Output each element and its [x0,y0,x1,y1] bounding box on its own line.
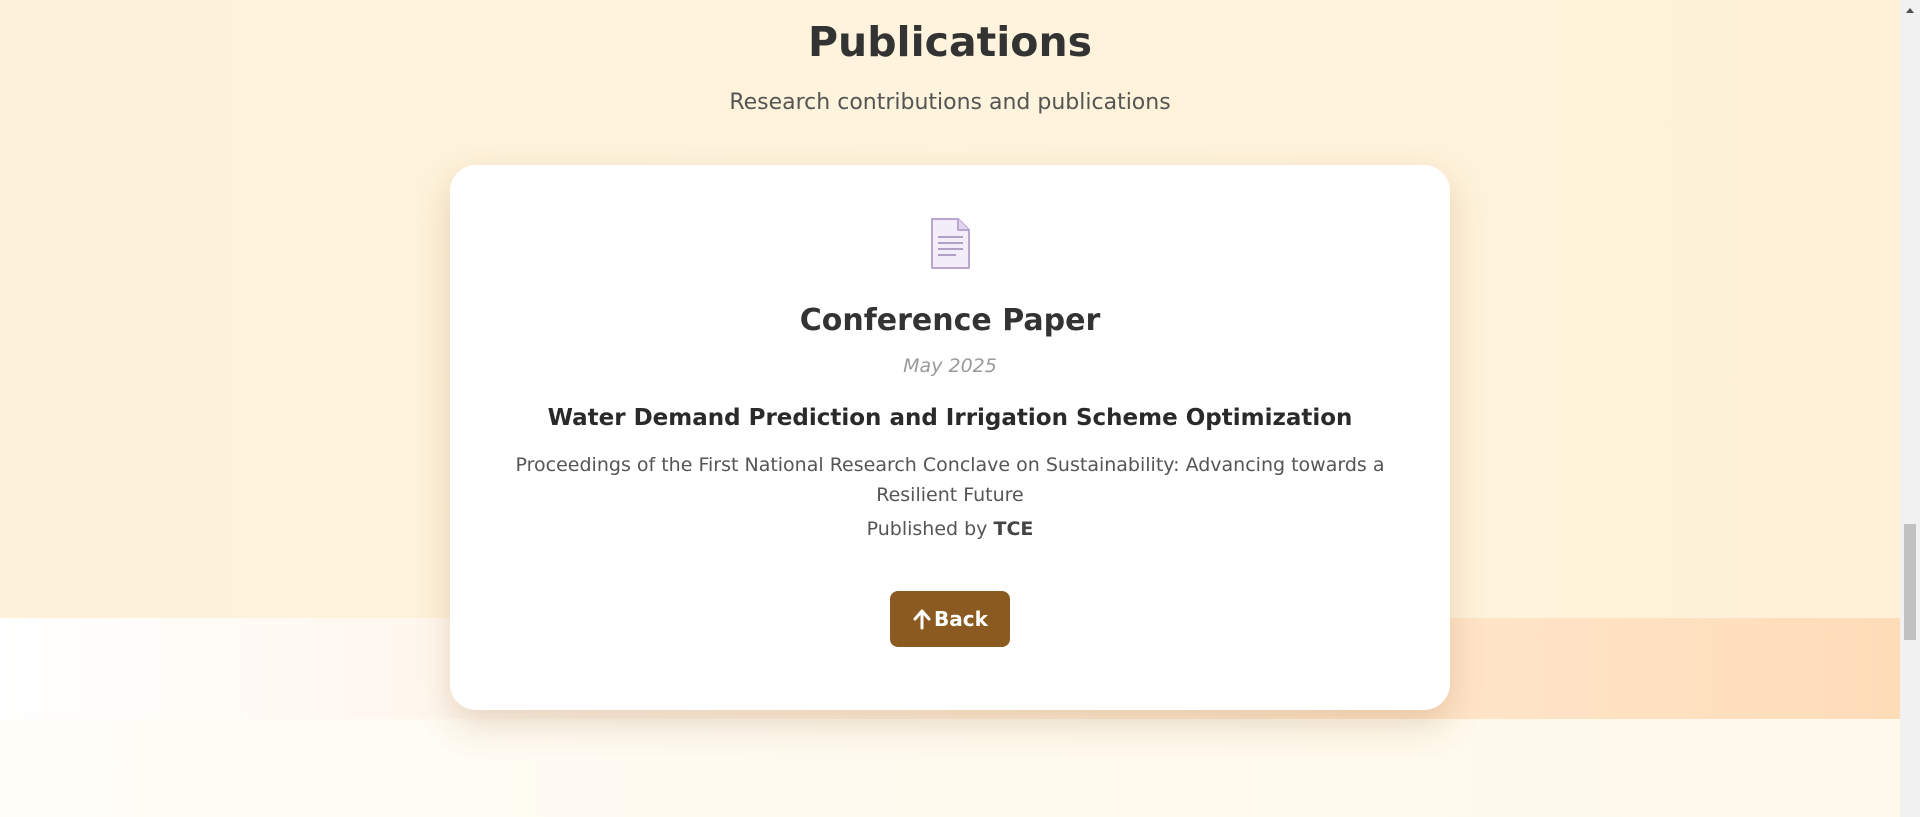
scroll-up-arrow-icon[interactable] [1906,0,1914,13]
next-section-background [0,719,1900,817]
section-title: Publications [807,18,1093,66]
paper-title: Water Demand Prediction and Irrigation S… [547,405,1353,431]
publication-type: Conference Paper [799,303,1101,338]
publisher-name: TCE [993,518,1034,540]
section-subtitle: Research contributions and publications [729,90,1171,115]
back-button-label: Back [934,607,988,631]
back-button[interactable]: Back [890,591,1010,647]
document-icon [928,217,972,271]
proceedings-text: Proceedings of the First National Resear… [515,454,1385,506]
arrow-up-icon [912,608,932,630]
scrollbar-thumb[interactable] [1904,524,1916,640]
page: Publications Research contributions and … [0,0,1900,817]
vertical-scrollbar[interactable] [1900,0,1920,817]
published-by-label: Published by [866,518,988,540]
publication-card: Conference Paper May 2025 Water Demand P… [450,165,1450,710]
publisher-line: Published by TCE [450,518,1450,540]
publication-date: May 2025 [903,355,997,377]
